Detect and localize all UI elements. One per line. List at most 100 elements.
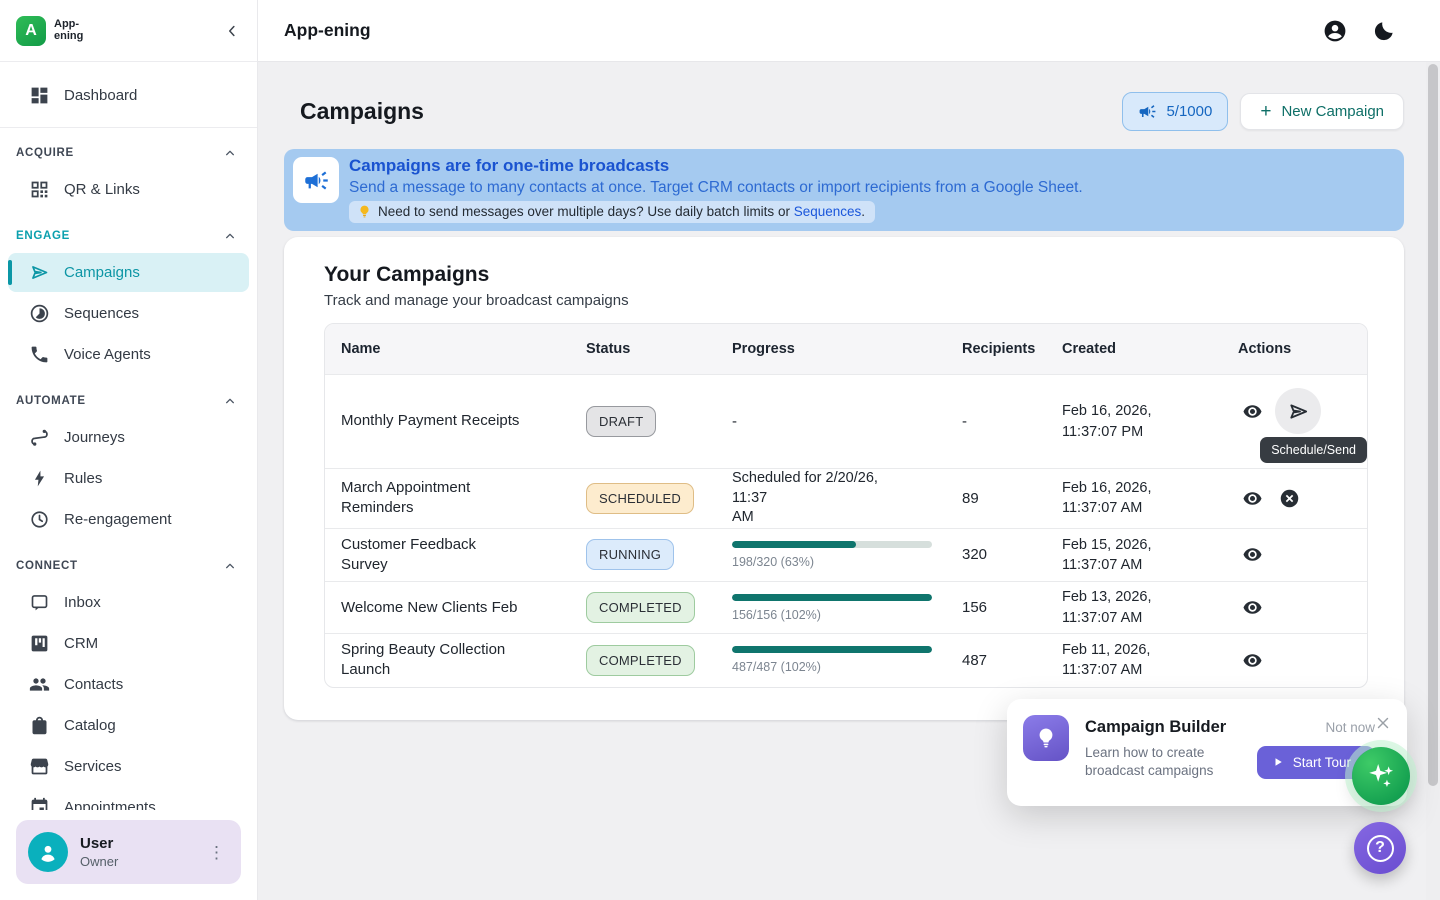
sidebar-item-voice-agents[interactable]: Voice Agents: [8, 335, 249, 374]
logo-wordmark: App-ening: [54, 19, 83, 43]
chat-inbox-icon: [29, 592, 50, 613]
status-badge: SCHEDULED: [586, 483, 694, 514]
sidebar-item-dashboard[interactable]: Dashboard: [8, 76, 249, 115]
quota-value: 5/1000: [1166, 103, 1212, 120]
table-header-row: Name Status Progress Recipients Created …: [325, 324, 1367, 374]
sidebar-section-acquire[interactable]: ACQUIRE: [0, 128, 257, 168]
megaphone-icon: [1138, 102, 1157, 121]
sidebar-item-contacts[interactable]: Contacts: [8, 665, 249, 704]
cancel-x-icon: [1279, 488, 1300, 509]
sidebar-item-label: Dashboard: [64, 87, 137, 104]
sidebar-collapse-button[interactable]: [221, 20, 243, 42]
close-icon: [1374, 714, 1392, 732]
storefront-icon: [29, 756, 50, 777]
progress-bar-fill: [732, 594, 932, 601]
table-row: Customer Feedback Survey RUNNING 198/320…: [325, 528, 1367, 582]
dark-mode-toggle[interactable]: [1372, 19, 1396, 43]
sidebar-item-catalog[interactable]: Catalog: [8, 706, 249, 745]
progress-bar: [732, 646, 932, 653]
view-button[interactable]: [1238, 593, 1267, 622]
table-row: Monthly Payment Receipts DRAFT - - Feb 1…: [325, 374, 1367, 468]
campaigns-card: Your Campaigns Track and manage your bro…: [284, 237, 1404, 720]
builder-popup-subtitle: Learn how to create broadcast campaigns: [1085, 744, 1241, 780]
builder-popup-title: Campaign Builder: [1085, 718, 1241, 737]
column-header-progress: Progress: [713, 341, 943, 357]
sidebar-item-sequences[interactable]: Sequences: [8, 294, 249, 333]
sidebar-item-journeys[interactable]: Journeys: [8, 418, 249, 457]
page-title: Campaigns: [300, 98, 424, 125]
journey-route-icon: [29, 427, 50, 448]
view-button[interactable]: [1238, 397, 1267, 426]
status-badge: DRAFT: [586, 406, 656, 437]
user-avatar: [28, 832, 68, 872]
sidebar-header: A App-ening: [0, 0, 257, 62]
sidebar-section-automate[interactable]: AUTOMATE: [0, 376, 257, 416]
sidebar-item-campaigns[interactable]: Campaigns: [8, 253, 249, 292]
ai-assistant-fab[interactable]: [1352, 747, 1410, 805]
not-now-button[interactable]: Not now: [1325, 720, 1375, 735]
progress-cell: 487/487 (102%): [713, 646, 943, 674]
scrollbar-thumb[interactable]: [1428, 64, 1438, 786]
sparkles-icon: [1364, 759, 1398, 793]
play-icon: [1272, 756, 1284, 768]
phone-icon: [29, 344, 50, 365]
moon-icon: [1372, 19, 1396, 43]
help-fab[interactable]: ?: [1354, 822, 1406, 874]
app-logo: A App-ening: [16, 16, 83, 46]
eye-icon: [1242, 597, 1263, 618]
sidebar-section-connect[interactable]: CONNECT: [0, 541, 257, 581]
kanban-board-icon: [29, 633, 50, 654]
eye-icon: [1242, 650, 1263, 671]
sidebar-item-appointments[interactable]: Appointments: [8, 788, 249, 810]
created-value: Feb 11, 2026, 11:37:07 AM: [1043, 640, 1219, 681]
send-icon: [1287, 400, 1310, 423]
sidebar-item-rules[interactable]: Rules: [8, 459, 249, 498]
user-role: Owner: [80, 854, 118, 869]
eye-icon: [1242, 401, 1263, 422]
sidebar-item-crm[interactable]: CRM: [8, 624, 249, 663]
user-menu-kebab-icon[interactable]: ⋮: [202, 840, 231, 865]
sequences-link[interactable]: Sequences: [794, 204, 862, 219]
popup-close-button[interactable]: [1372, 712, 1394, 734]
created-value: Feb 16, 2026, 11:37:07 AM: [1043, 478, 1219, 519]
progress-bar: [732, 594, 932, 601]
recipients-value: 156: [943, 599, 1043, 616]
progress-label: 198/320 (63%): [732, 555, 943, 569]
sidebar-item-inbox[interactable]: Inbox: [8, 583, 249, 622]
page-scrollbar[interactable]: [1426, 62, 1440, 900]
card-subtitle: Track and manage your broadcast campaign…: [324, 292, 1368, 309]
question-mark-icon: ?: [1367, 835, 1394, 862]
sidebar-item-services[interactable]: Services: [8, 747, 249, 786]
user-card[interactable]: User Owner ⋮: [16, 820, 241, 884]
campaign-quota-badge[interactable]: 5/1000: [1122, 92, 1228, 131]
lightning-bolt-icon: [29, 468, 50, 489]
sidebar-nav: Dashboard ACQUIRE QR & Links ENGAGE Camp…: [0, 62, 257, 810]
view-button[interactable]: [1238, 540, 1267, 569]
calendar-icon: [29, 797, 50, 810]
recipients-value: -: [943, 413, 1043, 430]
sidebar-item-re-engagement[interactable]: Re-engagement: [8, 500, 249, 539]
sidebar-item-qr-links[interactable]: QR & Links: [8, 170, 249, 209]
sidebar-section-engage[interactable]: ENGAGE: [0, 211, 257, 251]
created-value: Feb 13, 2026, 11:37:07 AM: [1043, 587, 1219, 628]
column-header-created: Created: [1043, 341, 1219, 357]
account-button[interactable]: [1322, 18, 1348, 44]
schedule-send-button[interactable]: [1275, 388, 1321, 434]
view-button[interactable]: [1238, 646, 1267, 675]
chevron-up-icon: [222, 393, 238, 409]
new-campaign-button[interactable]: + New Campaign: [1240, 93, 1404, 130]
banner-megaphone-badge: [293, 157, 339, 203]
builder-bulb-badge: [1023, 715, 1069, 761]
progress-cell: 198/320 (63%): [713, 541, 943, 569]
shopping-bag-icon: [29, 715, 50, 736]
view-button[interactable]: [1238, 484, 1267, 513]
row-actions: [1219, 484, 1367, 513]
builder-popup-texts: Campaign Builder Learn how to create bro…: [1085, 715, 1241, 780]
progress-bar: [732, 541, 932, 548]
eye-icon: [1242, 488, 1263, 509]
recipients-value: 320: [943, 546, 1043, 563]
dashboard-icon: [29, 85, 50, 106]
cancel-button[interactable]: [1275, 484, 1304, 513]
chevron-up-icon: [222, 145, 238, 161]
person-icon: [36, 840, 60, 864]
